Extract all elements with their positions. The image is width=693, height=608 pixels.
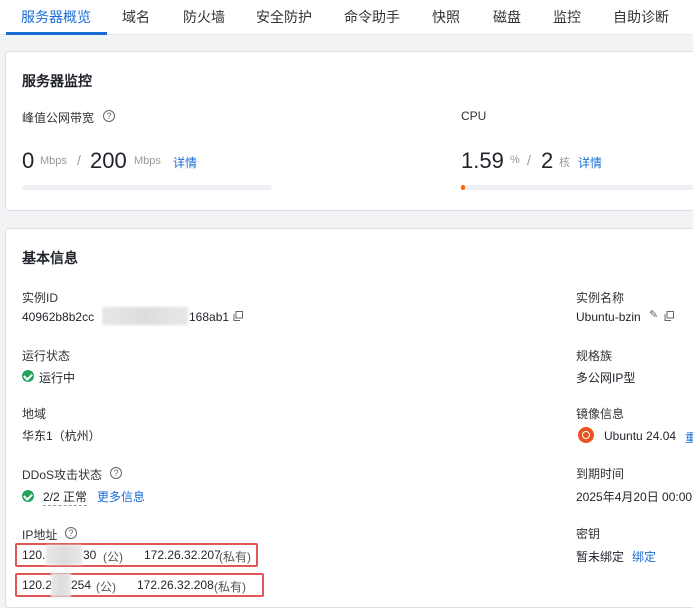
tab-security[interactable]: 安全防护 — [256, 0, 312, 35]
private-ip: 172.26.32.208 — [137, 578, 214, 592]
private-ip-tag: (私有) — [219, 550, 251, 564]
ubuntu-logo-icon — [578, 427, 594, 443]
bandwidth-current: 0 — [22, 148, 35, 173]
help-icon[interactable]: ? — [103, 110, 115, 122]
info-title: 基本信息 — [22, 250, 78, 266]
check-circle-icon — [22, 370, 34, 382]
active-tab-indicator — [6, 32, 107, 35]
redacted-block — [102, 307, 188, 325]
redacted-block — [46, 545, 82, 565]
edit-icon[interactable]: ✎ — [649, 308, 658, 321]
bandwidth-separator: / — [77, 152, 81, 168]
tab-firewall[interactable]: 防火墙 — [183, 0, 225, 35]
key-label: 密钥 — [576, 527, 601, 541]
ip-label: IP地址 — [22, 528, 58, 542]
image-label: 镜像信息 — [576, 407, 625, 421]
expiry-label: 到期时间 — [576, 467, 625, 481]
top-tab-bar: 服务器概览 域名 防火墙 安全防护 命令助手 快照 磁盘 监控 自助诊断 — [0, 0, 693, 35]
tab-self-diagnosis[interactable]: 自助诊断 — [613, 0, 669, 35]
public-ip-suffix: 254 — [71, 578, 92, 592]
tab-command-assistant[interactable]: 命令助手 — [344, 0, 400, 35]
image-value: Ubuntu 24.04 — [604, 429, 677, 443]
instance-id-suffix: 168ab1 — [189, 310, 230, 324]
public-ip-tag: (公) — [96, 580, 116, 594]
key-value: 暂未绑定 — [576, 550, 625, 564]
region-label: 地域 — [22, 407, 47, 421]
tab-server-overview[interactable]: 服务器概览 — [21, 0, 91, 35]
ddos-label: DDoS攻击状态 — [22, 468, 103, 482]
public-ip-prefix: 120.2 — [22, 578, 53, 592]
redacted-block — [51, 573, 71, 597]
run-status-value: 运行中 — [39, 371, 76, 385]
bandwidth-usage-bar — [22, 185, 272, 190]
public-ip-suffix: 30 — [83, 548, 97, 562]
image-reset-link[interactable]: 重 — [685, 429, 693, 446]
instance-id-prefix: 40962b8b2cc — [22, 310, 95, 324]
instance-name-value: Ubuntu-bzin — [576, 310, 641, 324]
cpu-usage-bar — [461, 185, 693, 190]
copy-icon[interactable] — [233, 311, 243, 321]
bandwidth-current-unit: Mbps — [40, 155, 67, 167]
bind-key-link[interactable]: 绑定 — [632, 548, 656, 565]
bandwidth-max-unit: Mbps — [134, 155, 161, 167]
basic-info-card: 基本信息 实例ID 40962b8b2cc 168ab1 运行状态 运行中 地域… — [5, 228, 693, 608]
cpu-usage-fill — [461, 185, 465, 190]
run-status-label: 运行状态 — [22, 349, 71, 363]
spec-family-value: 多公网IP型 — [576, 371, 636, 385]
ddos-more-info-link[interactable]: 更多信息 — [97, 488, 145, 505]
spec-family-label: 规格族 — [576, 349, 613, 363]
bandwidth-max: 200 — [90, 148, 127, 173]
cpu-cores-unit: 核 — [559, 157, 570, 169]
help-icon[interactable]: ? — [65, 527, 77, 539]
instance-name-label: 实例名称 — [576, 291, 625, 305]
cpu-cores: 2 — [541, 148, 554, 173]
tab-snapshot[interactable]: 快照 — [432, 0, 460, 35]
tab-domain[interactable]: 域名 — [122, 0, 150, 35]
region-value: 华东1（杭州） — [22, 429, 101, 443]
cpu-detail-link[interactable]: 详情 — [578, 154, 602, 171]
cpu-current: 1.59 — [461, 148, 504, 173]
tab-monitor[interactable]: 监控 — [553, 0, 581, 35]
private-ip-tag: (私有) — [214, 580, 246, 594]
check-circle-icon — [22, 490, 34, 502]
tab-disk[interactable]: 磁盘 — [493, 0, 521, 35]
public-ip-prefix: 120. — [22, 548, 46, 562]
cpu-label: CPU — [461, 109, 487, 123]
help-icon[interactable]: ? — [110, 467, 122, 479]
copy-icon[interactable] — [664, 311, 674, 321]
cpu-current-unit: % — [510, 154, 520, 166]
expiry-value: 2025年4月20日 00:00: — [576, 490, 693, 504]
public-ip-tag: (公) — [103, 550, 123, 564]
cpu-separator: / — [527, 152, 531, 168]
private-ip: 172.26.32.207 — [144, 548, 221, 562]
bandwidth-label: 峰值公网带宽 — [22, 111, 95, 125]
server-monitor-card: 服务器监控 峰值公网带宽 ? 0 Mbps / 200 Mbps 详情 CPU … — [5, 51, 693, 211]
instance-id-label: 实例ID — [22, 291, 59, 305]
bandwidth-detail-link[interactable]: 详情 — [173, 154, 197, 171]
ddos-value[interactable]: 2/2 正常 — [43, 488, 88, 506]
monitor-title: 服务器监控 — [22, 73, 92, 89]
